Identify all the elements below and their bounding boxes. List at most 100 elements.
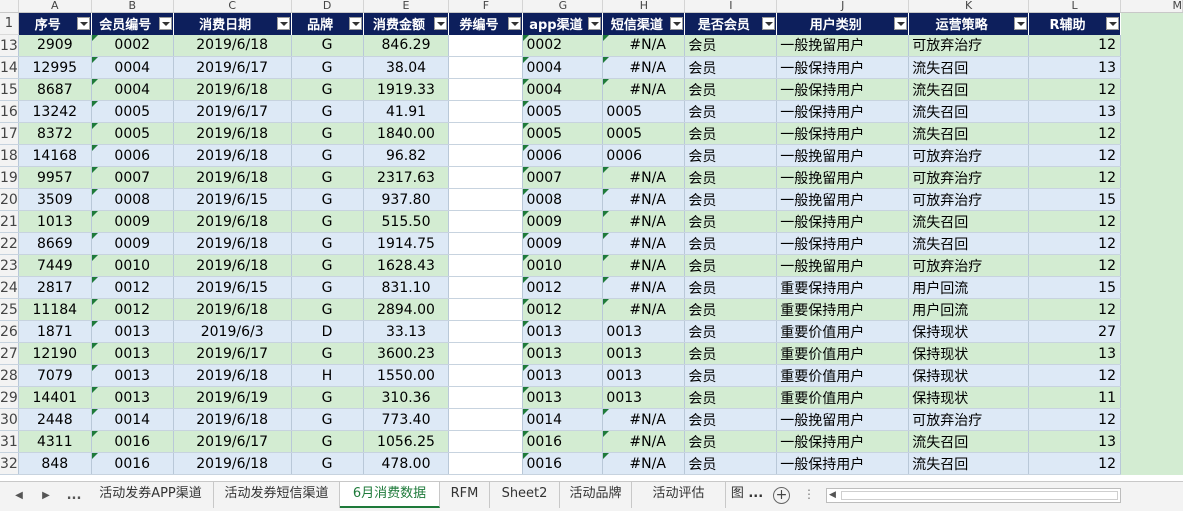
cell[interactable]: 0005	[522, 100, 604, 123]
cell[interactable]: 1914.75	[363, 232, 450, 255]
row-number[interactable]: 16	[0, 100, 19, 123]
cell[interactable]: 流失召回	[908, 210, 1030, 233]
cell[interactable]: 保持现状	[908, 364, 1030, 387]
cell[interactable]: 流失召回	[908, 430, 1030, 453]
more-sheets-left-button[interactable]: ...	[66, 488, 82, 504]
cell[interactable]: 一般挽留用户	[776, 188, 910, 211]
cell[interactable]: H	[291, 364, 364, 387]
cell[interactable]: 1919.33	[363, 78, 450, 101]
cell[interactable]: #N/A	[602, 430, 686, 453]
cell[interactable]: 重要价值用户	[776, 342, 910, 365]
cell[interactable]: 会员	[684, 166, 778, 189]
empty-cell[interactable]	[1120, 408, 1183, 431]
cell[interactable]: G	[291, 298, 364, 321]
empty-cell[interactable]	[1120, 210, 1183, 233]
cell[interactable]: 2448	[18, 408, 92, 431]
cell[interactable]: 12	[1028, 144, 1121, 167]
cell[interactable]: 831.10	[363, 276, 450, 299]
cell[interactable]: 1550.00	[363, 364, 450, 387]
cell[interactable]: G	[291, 144, 364, 167]
cell[interactable]: 会员	[684, 254, 778, 277]
cell[interactable]: 0007	[91, 166, 174, 189]
column-title-cell[interactable]: 是否会员	[684, 12, 778, 35]
cell[interactable]	[448, 298, 524, 321]
row-number[interactable]: 19	[0, 166, 19, 189]
cell[interactable]: 0016	[91, 430, 174, 453]
cell[interactable]	[448, 78, 524, 101]
cell[interactable]: 流失召回	[908, 232, 1030, 255]
cell[interactable]: 773.40	[363, 408, 450, 431]
cell[interactable]: #N/A	[602, 166, 686, 189]
cell[interactable]: 13242	[18, 100, 92, 123]
cell[interactable]	[448, 188, 524, 211]
sheet-tab[interactable]: RFM	[440, 482, 490, 508]
cell[interactable]: 96.82	[363, 144, 450, 167]
cell[interactable]: 会员	[684, 276, 778, 299]
filter-dropdown-icon[interactable]	[158, 17, 172, 30]
column-title-cell[interactable]: 用户类别	[776, 12, 910, 35]
cell[interactable]: 8372	[18, 122, 92, 145]
cell[interactable]: 0004	[91, 56, 174, 79]
cell[interactable]: 7079	[18, 364, 92, 387]
cell[interactable]: 会员	[684, 452, 778, 475]
cell[interactable]: G	[291, 210, 364, 233]
cell[interactable]: G	[291, 232, 364, 255]
cell[interactable]: 一般挽留用户	[776, 254, 910, 277]
filter-dropdown-icon[interactable]	[762, 17, 776, 30]
cell[interactable]: 12	[1028, 34, 1121, 57]
row-number[interactable]: 30	[0, 408, 19, 431]
cell[interactable]: 2019/6/18	[173, 78, 292, 101]
cell[interactable]	[448, 210, 524, 233]
scrollbar-thumb[interactable]	[841, 491, 1118, 500]
column-header-a[interactable]: A	[18, 0, 92, 13]
cell[interactable]: 11184	[18, 298, 92, 321]
cell[interactable]: #N/A	[602, 254, 686, 277]
cell[interactable]: 0012	[522, 298, 604, 321]
cell[interactable]: 1013	[18, 210, 92, 233]
cell[interactable]: 11	[1028, 386, 1121, 409]
row-number[interactable]: 1	[0, 12, 19, 35]
cell[interactable]: 会员	[684, 298, 778, 321]
column-header-c[interactable]: C	[173, 0, 292, 13]
cell[interactable]: 一般保持用户	[776, 452, 910, 475]
column-header-g[interactable]: G	[522, 0, 604, 13]
cell[interactable]: 41.91	[363, 100, 450, 123]
row-number[interactable]: 32	[0, 452, 19, 475]
cell[interactable]: 0013	[91, 342, 174, 365]
cell[interactable]: 2019/6/17	[173, 100, 292, 123]
cell[interactable]: 重要保持用户	[776, 276, 910, 299]
cell[interactable]	[448, 232, 524, 255]
more-sheets-right-button[interactable]: ...	[744, 486, 763, 501]
empty-cell[interactable]	[1120, 452, 1183, 475]
cell[interactable]: 0010	[522, 254, 604, 277]
filter-dropdown-icon[interactable]	[76, 17, 90, 30]
column-header-j[interactable]: J	[776, 0, 910, 13]
cell[interactable]: 8687	[18, 78, 92, 101]
cell[interactable]: 重要保持用户	[776, 298, 910, 321]
cell[interactable]: 2019/6/18	[173, 232, 292, 255]
cell[interactable]: 8669	[18, 232, 92, 255]
cell[interactable]: #N/A	[602, 276, 686, 299]
cell[interactable]: 13	[1028, 342, 1121, 365]
cell[interactable]: 12	[1028, 166, 1121, 189]
column-header-f[interactable]: F	[448, 0, 524, 13]
cell[interactable]: 0009	[522, 232, 604, 255]
column-title-cell[interactable]: 消费金额	[363, 12, 450, 35]
cell[interactable]: 12	[1028, 122, 1121, 145]
cell[interactable]: 0016	[522, 430, 604, 453]
cell[interactable]: 可放弃治疗	[908, 254, 1030, 277]
column-header-d[interactable]: D	[291, 0, 364, 13]
empty-cell[interactable]	[1120, 386, 1183, 409]
cell[interactable]: 2019/6/18	[173, 122, 292, 145]
column-header-b[interactable]: B	[91, 0, 174, 13]
cell[interactable]: 12	[1028, 408, 1121, 431]
cell[interactable]: D	[291, 320, 364, 343]
cell[interactable]: 2019/6/15	[173, 276, 292, 299]
cell[interactable]: 会员	[684, 210, 778, 233]
cell[interactable]: 515.50	[363, 210, 450, 233]
cell[interactable]: 会员	[684, 320, 778, 343]
filter-dropdown-icon[interactable]	[588, 17, 602, 30]
cell[interactable]: 2019/6/18	[173, 408, 292, 431]
filter-dropdown-icon[interactable]	[1106, 17, 1119, 30]
cell[interactable]: 38.04	[363, 56, 450, 79]
